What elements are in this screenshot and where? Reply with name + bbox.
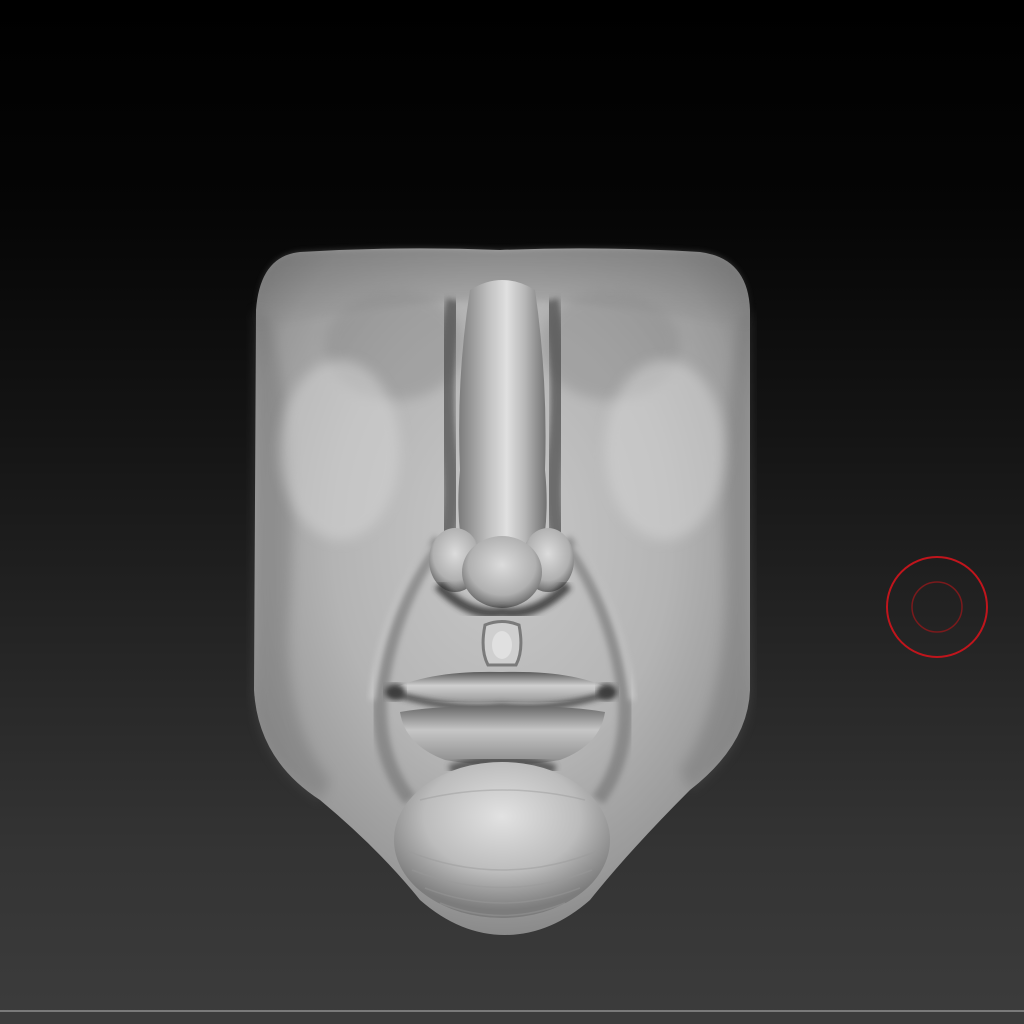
sculpt-viewport[interactable]: [0, 0, 1024, 1024]
nose-tip: [462, 536, 542, 608]
face-mesh-model[interactable]: [0, 0, 1024, 1024]
viewport-bottom-border: [0, 1010, 1024, 1012]
chin: [394, 762, 610, 918]
nose-bridge: [458, 280, 547, 560]
